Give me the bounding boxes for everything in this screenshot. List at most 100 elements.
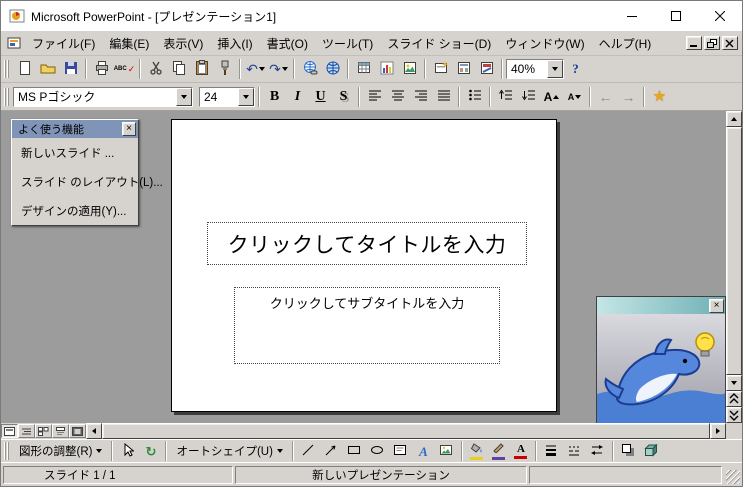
new-slide-button[interactable] xyxy=(429,58,452,80)
toolbar-drag-handle[interactable] xyxy=(4,60,9,78)
slide-layout-button[interactable] xyxy=(452,58,475,80)
format-painter-button[interactable] xyxy=(213,58,236,80)
arrow-style-button[interactable] xyxy=(586,440,609,462)
web-toolbar-button[interactable] xyxy=(321,58,344,80)
slide-canvas[interactable]: クリックしてタイトルを入力 クリックしてサブタイトルを入力 xyxy=(171,119,557,412)
common-tasks-button[interactable]: ★ xyxy=(648,86,671,108)
menu-view[interactable]: 表示(V) xyxy=(156,31,210,56)
child-restore-button[interactable] xyxy=(704,36,720,50)
insert-wordart-button[interactable]: A xyxy=(412,440,435,462)
open-button[interactable] xyxy=(36,58,59,80)
text-shadow-button[interactable]: S xyxy=(332,86,355,108)
child-close-button[interactable] xyxy=(722,36,738,50)
previous-slide-button[interactable] xyxy=(726,391,742,407)
scroll-down-button[interactable] xyxy=(726,375,742,391)
child-minimize-button[interactable] xyxy=(686,36,702,50)
undo-button[interactable]: ↶ xyxy=(244,58,267,80)
notes-page-view-button[interactable] xyxy=(52,424,69,438)
assistant-close-button[interactable]: × xyxy=(709,298,724,313)
resize-grip[interactable] xyxy=(726,470,740,484)
shadow-button[interactable] xyxy=(617,440,640,462)
rectangle-tool-button[interactable] xyxy=(343,440,366,462)
maximize-button[interactable] xyxy=(654,1,698,31)
decrease-paragraph-spacing-button[interactable] xyxy=(517,86,540,108)
line-tool-button[interactable] xyxy=(297,440,320,462)
arrow-tool-button[interactable] xyxy=(320,440,343,462)
paste-button[interactable] xyxy=(190,58,213,80)
justify-button[interactable] xyxy=(432,86,455,108)
scroll-right-button[interactable] xyxy=(710,423,726,439)
draw-menu-button[interactable]: 図形の調整(R) xyxy=(13,441,108,461)
menu-slideshow[interactable]: スライド ショー(D) xyxy=(380,31,498,56)
insert-clipart-button[interactable] xyxy=(398,58,421,80)
next-slide-button[interactable] xyxy=(726,407,742,423)
title-placeholder[interactable]: クリックしてタイトルを入力 xyxy=(207,222,527,265)
menu-file[interactable]: ファイル(F) xyxy=(25,31,102,56)
palette-item-new-slide[interactable]: 新しいスライド ... xyxy=(12,138,138,167)
decrease-font-size-button[interactable]: A xyxy=(563,86,586,108)
line-color-button[interactable] xyxy=(488,441,510,461)
palette-item-slide-layout[interactable]: スライド のレイアウト(L)... xyxy=(12,167,163,196)
promote-button[interactable]: ← xyxy=(594,86,617,108)
redo-button[interactable]: ↷ xyxy=(267,58,290,80)
free-rotate-button[interactable]: ↻ xyxy=(139,440,162,462)
italic-button[interactable]: I xyxy=(286,86,309,108)
align-right-button[interactable] xyxy=(409,86,432,108)
menu-edit[interactable]: 編集(E) xyxy=(102,31,156,56)
select-objects-button[interactable] xyxy=(116,440,139,462)
zoom-combobox[interactable]: 40% xyxy=(506,59,564,79)
bold-button[interactable]: B xyxy=(263,86,286,108)
vertical-scrollbar[interactable] xyxy=(726,111,742,423)
cut-button[interactable] xyxy=(144,58,167,80)
help-button[interactable]: ? xyxy=(564,58,587,80)
undo-dropdown-icon[interactable] xyxy=(258,67,265,71)
menu-window[interactable]: ウィンドウ(W) xyxy=(498,31,591,56)
palette-close-button[interactable]: × xyxy=(122,122,136,136)
horizontal-scrollbar-thumb[interactable] xyxy=(102,423,710,439)
align-left-button[interactable] xyxy=(363,86,386,108)
menu-format[interactable]: 書式(O) xyxy=(260,31,315,56)
zoom-dropdown-icon[interactable] xyxy=(547,60,563,78)
menu-insert[interactable]: 挿入(I) xyxy=(210,31,259,56)
scroll-up-button[interactable] xyxy=(726,111,742,127)
print-button[interactable] xyxy=(90,58,113,80)
vertical-scrollbar-thumb[interactable] xyxy=(726,127,742,375)
office-assistant-window[interactable]: × xyxy=(596,296,726,426)
bullets-button[interactable] xyxy=(463,86,486,108)
demote-button[interactable]: → xyxy=(617,86,640,108)
scroll-left-button[interactable] xyxy=(86,423,102,439)
apply-design-button[interactable] xyxy=(475,58,498,80)
dash-style-button[interactable] xyxy=(563,440,586,462)
redo-dropdown-icon[interactable] xyxy=(281,67,288,71)
toolbar-drag-handle[interactable] xyxy=(4,442,9,460)
slide-sorter-view-button[interactable] xyxy=(35,424,52,438)
palette-item-apply-design[interactable]: デザインの適用(Y)... xyxy=(12,196,138,225)
fill-color-button[interactable] xyxy=(466,441,488,461)
3d-button[interactable] xyxy=(640,440,663,462)
increase-font-size-button[interactable]: A xyxy=(540,86,563,108)
insert-clipart-button-drawing[interactable] xyxy=(435,440,458,462)
align-center-button[interactable] xyxy=(386,86,409,108)
presentation-icon[interactable] xyxy=(7,37,21,49)
close-button[interactable] xyxy=(698,1,742,31)
autoshapes-menu-button[interactable]: オートシェイプ(U) xyxy=(170,441,288,461)
toolbar-drag-handle[interactable] xyxy=(4,87,9,106)
dolphin-assistant-image[interactable] xyxy=(597,314,725,425)
font-name-combobox[interactable]: MS Pゴシック xyxy=(13,86,193,107)
font-size-combobox[interactable]: 24 xyxy=(199,86,255,107)
text-box-button[interactable] xyxy=(389,440,412,462)
menu-tools[interactable]: ツール(T) xyxy=(315,31,380,56)
subtitle-placeholder[interactable]: クリックしてサブタイトルを入力 xyxy=(234,287,500,364)
slide-view-button[interactable] xyxy=(1,424,18,438)
minimize-button[interactable] xyxy=(610,1,654,31)
font-name-dropdown-icon[interactable] xyxy=(176,87,192,106)
slide-show-button[interactable] xyxy=(69,424,86,438)
copy-button[interactable] xyxy=(167,58,190,80)
font-color-button[interactable]: A xyxy=(510,441,532,461)
underline-button[interactable]: U xyxy=(309,86,332,108)
new-button[interactable] xyxy=(13,58,36,80)
increase-paragraph-spacing-button[interactable] xyxy=(494,86,517,108)
save-button[interactable] xyxy=(59,58,82,80)
palette-titlebar[interactable]: よく使う機能 × xyxy=(12,120,138,138)
outline-view-button[interactable] xyxy=(18,424,35,438)
